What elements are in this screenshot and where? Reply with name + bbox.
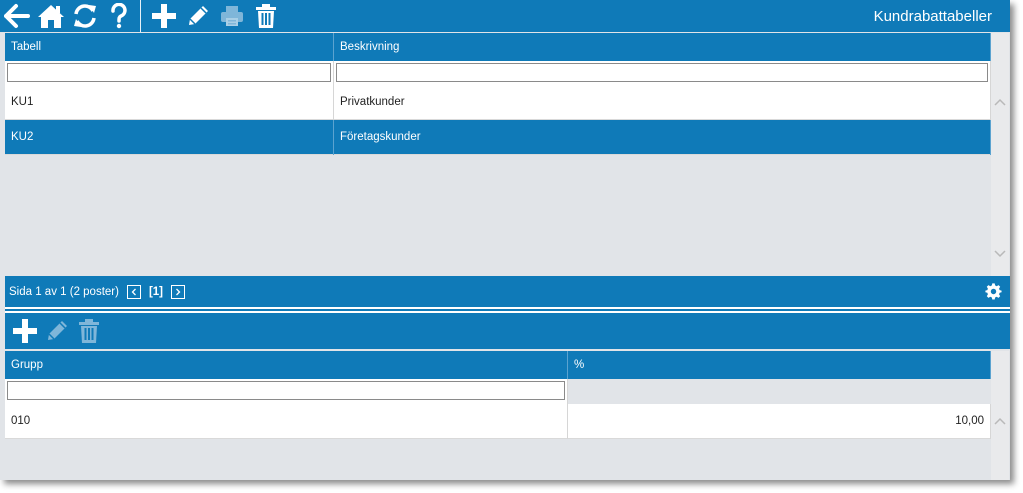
detail-toolbar [5,313,1010,349]
edit-button[interactable] [181,0,215,32]
current-page[interactable]: [1] [149,286,163,298]
lower-grid-header: Grupp % [5,351,991,379]
table-row[interactable]: 010 10,00 [5,404,991,439]
cell-beskrivning: Privatkunder [334,85,991,120]
chevron-left-icon [131,288,136,295]
add-button[interactable] [147,0,181,32]
cell-procent: 10,00 [568,404,991,439]
settings-button[interactable] [984,283,1002,301]
column-header-grupp[interactable]: Grupp [5,351,568,379]
delete-icon [79,319,99,343]
page-title: Kundrabattabeller [873,7,992,25]
scroll-down-icon[interactable] [991,247,1009,261]
next-page-button[interactable] [171,284,186,299]
help-button[interactable] [102,0,136,32]
gear-icon [984,283,1002,300]
filter-cell-grupp [5,379,568,404]
edit-row-button[interactable] [41,313,73,349]
print-icon [221,6,243,26]
print-button[interactable] [215,0,249,32]
filter-cell-tabell [5,61,334,86]
main-toolbar: Kundrabattabeller [0,0,1010,32]
cell-tabell: KU2 [5,120,334,155]
home-icon [38,5,64,28]
filter-cell-procent-empty [568,379,991,404]
refresh-icon [74,4,96,28]
pager: Sida 1 av 1 (2 poster) [1] [5,276,1010,307]
chevron-right-icon [176,288,181,295]
filter-input-beskrivning[interactable] [336,63,988,82]
app-window: Kundrabattabeller Tabell Beskrivning KU1… [0,0,1010,480]
home-button[interactable] [34,0,68,32]
filter-input-tabell[interactable] [7,63,331,82]
cell-grupp: 010 [5,404,568,439]
delete-icon [256,4,276,28]
scroll-up-icon[interactable] [991,95,1009,109]
table-row[interactable]: KU1 Privatkunder [5,85,991,120]
filter-cell-beskrivning [334,61,991,86]
prev-page-button[interactable] [126,284,141,299]
toolbar-separator [140,0,141,32]
column-header-tabell[interactable]: Tabell [5,33,334,61]
upper-grid-header: Tabell Beskrivning [5,33,991,61]
add-row-button[interactable] [9,313,41,349]
add-icon [152,4,176,28]
scroll-up-icon[interactable] [991,414,1009,428]
cell-beskrivning: Företagskunder [334,120,991,155]
filter-input-grupp[interactable] [7,381,565,400]
cell-tabell: KU1 [5,85,334,120]
refresh-button[interactable] [68,0,102,32]
pager-info: Sida 1 av 1 (2 poster) [9,285,119,298]
back-button[interactable] [0,0,34,32]
table-row-selected[interactable]: KU2 Företagskunder [5,120,991,155]
edit-icon [189,6,208,25]
column-header-beskrivning[interactable]: Beskrivning [334,33,991,61]
lower-filter-row [5,379,991,404]
delete-button[interactable] [249,0,283,32]
edit-icon [48,321,67,340]
delete-row-button[interactable] [73,313,105,349]
upper-grid-scrollbar[interactable] [991,33,1009,276]
lower-grid-scrollbar[interactable] [991,351,1009,480]
add-icon [13,319,37,343]
back-arrow-icon [4,4,30,28]
help-icon [111,3,127,29]
upper-filter-row [5,61,991,86]
column-header-procent[interactable]: % [568,351,991,379]
